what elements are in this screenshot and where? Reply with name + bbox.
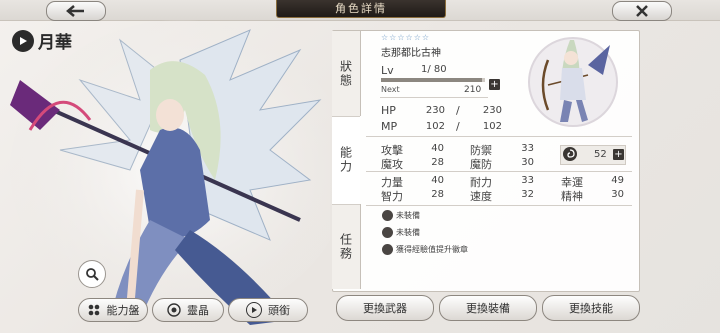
- character-portrait: [528, 37, 618, 127]
- equip-slot-icon: [382, 210, 393, 221]
- equip-slot-2[interactable]: 未裝備: [382, 227, 420, 238]
- unit-name: 志那都比古神: [381, 48, 441, 59]
- ability-board-button[interactable]: 能力盤: [78, 298, 148, 322]
- ability-board-label: 能力盤: [106, 304, 140, 317]
- equip-slot-3[interactable]: 獲得經驗值提升徽章: [382, 244, 468, 255]
- close-button[interactable]: [612, 1, 672, 21]
- change-weapon-button[interactable]: 更換武器: [336, 295, 434, 321]
- zoom-button[interactable]: [78, 260, 106, 288]
- next-label: Next: [381, 85, 400, 94]
- xp-bar-fill: [381, 78, 482, 82]
- arrow-left-icon: [66, 5, 84, 17]
- equip-slot-label: 未裝備: [396, 228, 420, 237]
- stat-value: 28: [431, 189, 444, 200]
- tab-quest-label: 任務: [338, 232, 353, 261]
- divider: [380, 97, 488, 98]
- spirit-crystal-label: 靈晶: [187, 304, 209, 317]
- hp-max: 230: [482, 105, 502, 116]
- page-title: 角色詳情: [276, 0, 446, 18]
- level-up-button[interactable]: +: [489, 79, 500, 90]
- tab-status[interactable]: 狀態: [332, 31, 361, 116]
- stat-label: 魔防: [470, 158, 492, 171]
- tab-quest[interactable]: 任務: [332, 204, 361, 289]
- spirit-crystal-button[interactable]: 靈晶: [152, 298, 224, 322]
- character-artwork: [10, 20, 330, 325]
- mp-separator: /: [456, 120, 460, 133]
- hp-current: 230: [425, 105, 445, 116]
- divider: [366, 136, 632, 137]
- badge-icon: [382, 244, 393, 255]
- tab-divider: [332, 204, 360, 205]
- rarity-stars: ☆☆☆☆☆☆: [381, 33, 431, 42]
- change-equipment-button[interactable]: 更換裝備: [439, 295, 537, 321]
- character-name-text: 月華: [38, 33, 72, 53]
- grid-icon: [87, 303, 101, 317]
- hp-separator: /: [456, 104, 460, 117]
- divider: [366, 171, 632, 172]
- stat-value: 30: [611, 189, 624, 200]
- tab-status-label: 狀態: [338, 59, 353, 88]
- element-emblem-icon: [12, 29, 34, 52]
- stat-value: 30: [521, 157, 534, 168]
- title-label: 頭銜: [268, 304, 290, 317]
- tab-ability-label: 能力: [338, 146, 353, 174]
- level-value: 1/ 80: [421, 64, 447, 75]
- crystal-icon: [167, 303, 181, 317]
- swirl-icon: [563, 147, 577, 161]
- divider: [366, 205, 632, 206]
- equip-slot-label: 獲得經驗值提升徽章: [396, 245, 468, 254]
- stat-value: 49: [611, 175, 624, 186]
- title-icon: [246, 302, 262, 318]
- mp-max: 102: [482, 121, 502, 132]
- stat-value: 32: [521, 189, 534, 200]
- stat-value: 40: [431, 175, 444, 186]
- close-icon: [636, 5, 648, 17]
- stat-value: 33: [521, 175, 534, 186]
- stat-label: 速度: [470, 190, 492, 203]
- stat-value: 33: [521, 143, 534, 154]
- stat-label: 精神: [561, 190, 583, 203]
- back-button[interactable]: [46, 1, 106, 21]
- xp-bar: [381, 78, 485, 82]
- equip-slot-icon: [382, 227, 393, 238]
- title-button[interactable]: 頭銜: [228, 298, 308, 322]
- mp-label: MP: [381, 120, 398, 133]
- rune-add-button[interactable]: +: [613, 149, 624, 160]
- stat-label: 智力: [381, 190, 403, 203]
- character-name: 月華: [12, 28, 72, 53]
- tab-divider: [332, 116, 360, 117]
- stat-value: 28: [431, 157, 444, 168]
- magnifier-icon: [86, 268, 99, 281]
- equip-slot-1[interactable]: 未裝備: [382, 210, 420, 221]
- equip-slot-label: 未裝備: [396, 211, 420, 220]
- hp-label: HP: [381, 104, 396, 117]
- stat-value: 40: [431, 143, 444, 154]
- rune-value: 52: [594, 149, 607, 160]
- next-value: 210: [464, 85, 482, 95]
- change-skill-button[interactable]: 更換技能: [542, 295, 640, 321]
- stat-label: 魔攻: [381, 158, 403, 171]
- mp-current: 102: [425, 121, 445, 132]
- level-label: Lv: [381, 64, 394, 77]
- tab-ability[interactable]: 能力: [332, 116, 360, 204]
